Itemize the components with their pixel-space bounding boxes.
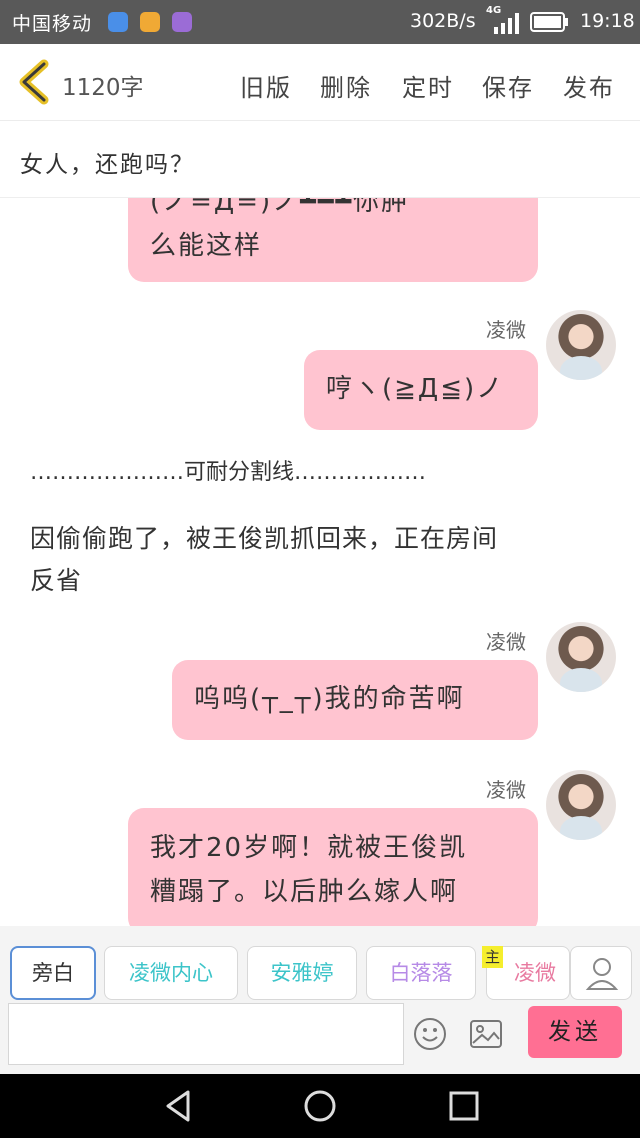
story-title: 女人，还跑吗？ xyxy=(20,152,195,178)
delete-button[interactable]: 删除 xyxy=(320,68,372,103)
bubble-text-line: 么能这样 xyxy=(150,231,263,261)
net-speed: 302B/s xyxy=(410,10,476,32)
system-nav-bar xyxy=(0,1074,640,1138)
chat-area[interactable]: (ノ=Д=)ノ┻━┻你肿 么能这样 凌微 哼ヽ(≧Д≦)ノ …………………可耐分… xyxy=(0,198,640,926)
role-bailuoluo[interactable]: 白落落 xyxy=(366,946,476,1000)
app-notification-icon xyxy=(108,12,128,32)
clock: 19:18 xyxy=(580,10,635,32)
bubble-text-line: 哼ヽ(≧Д≦)ノ xyxy=(326,374,505,404)
publish-button[interactable]: 发布 xyxy=(563,68,615,103)
sender-name: 凌微 xyxy=(486,630,526,654)
send-button[interactable]: 发送 xyxy=(528,1006,622,1058)
word-count: 1120字 xyxy=(62,75,144,101)
avatar[interactable] xyxy=(546,622,616,692)
input-bar: 发送 xyxy=(0,1000,640,1074)
role-lingwei-inner[interactable]: 凌微内心 xyxy=(104,946,238,1000)
sender-name: 凌微 xyxy=(486,778,526,802)
recents-nav-icon[interactable] xyxy=(446,1088,482,1124)
chat-bubble[interactable]: 呜呜(┬_┬)我的命苦啊 xyxy=(172,660,538,740)
role-selector: 旁白 凌微内心 安雅婷 白落落 凌微 主 xyxy=(0,926,640,1000)
back-icon[interactable] xyxy=(14,58,58,106)
emoji-icon[interactable] xyxy=(412,1016,448,1052)
bubble-text-line: 糟蹋了。以后肿么嫁人啊 xyxy=(150,877,459,907)
editor-toolbar: 1120字 旧版 删除 定时 保存 发布 xyxy=(0,44,640,121)
home-nav-icon[interactable] xyxy=(302,1088,338,1124)
avatar[interactable] xyxy=(546,310,616,380)
message-input[interactable] xyxy=(8,1003,404,1065)
bubble-text-line: 呜呜(┬_┬)我的命苦啊 xyxy=(194,684,465,714)
image-icon[interactable] xyxy=(468,1016,504,1052)
add-role-button[interactable] xyxy=(570,946,632,1000)
signal-icon xyxy=(494,13,519,34)
carrier-label: 中国移动 xyxy=(12,13,93,35)
main-role-badge: 主 xyxy=(482,946,504,968)
schedule-button[interactable]: 定时 xyxy=(402,68,454,103)
avatar[interactable] xyxy=(546,770,616,840)
gallery-app-icon xyxy=(172,12,192,32)
narration-line: 反省 xyxy=(30,566,83,595)
old-version-button[interactable]: 旧版 xyxy=(240,68,292,103)
user-icon xyxy=(585,958,619,990)
role-narrator[interactable]: 旁白 xyxy=(10,946,96,1000)
status-bar: 中国移动 302B/s 4G 19:18 xyxy=(0,0,640,44)
narration-line: 因偷偷跑了，被王俊凯抓回来，正在房间 xyxy=(30,524,499,553)
battery-icon xyxy=(530,12,568,32)
save-button[interactable]: 保存 xyxy=(482,68,534,103)
story-title-row[interactable]: 女人，还跑吗？ xyxy=(0,121,640,198)
role-anyating[interactable]: 安雅婷 xyxy=(247,946,357,1000)
chat-bubble[interactable]: (ノ=Д=)ノ┻━┻你肿 么能这样 xyxy=(128,198,538,282)
bubble-text-line: 我才20岁啊！就被王俊凯 xyxy=(150,833,468,863)
back-nav-icon[interactable] xyxy=(160,1088,196,1124)
lock-app-icon xyxy=(140,12,160,32)
sender-name: 凌微 xyxy=(486,318,526,342)
narration-text[interactable]: 因偷偷跑了，被王俊凯抓回来，正在房间 反省 xyxy=(30,518,620,602)
divider-line: …………………可耐分割线……………… xyxy=(30,460,427,485)
bubble-text-line: (ノ=Д=)ノ┻━┻你肿 xyxy=(150,198,410,217)
chat-bubble[interactable]: 哼ヽ(≧Д≦)ノ xyxy=(304,350,538,430)
chat-bubble[interactable]: 我才20岁啊！就被王俊凯 糟蹋了。以后肿么嫁人啊 xyxy=(128,808,538,926)
